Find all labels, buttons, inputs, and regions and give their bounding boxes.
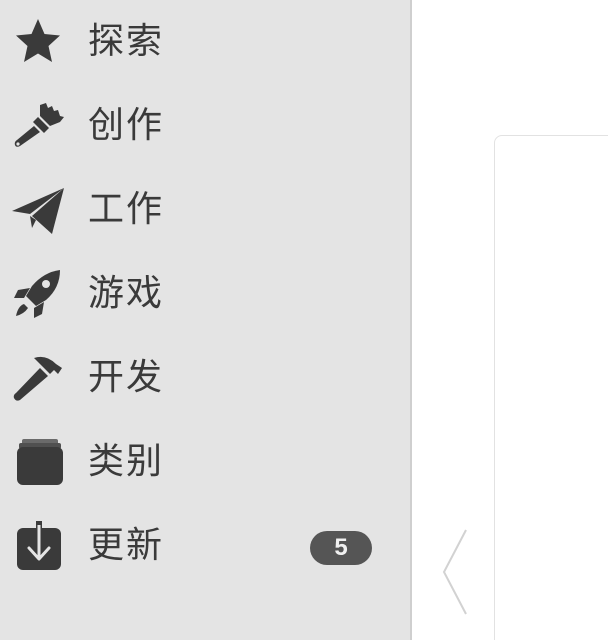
star-icon — [10, 16, 66, 68]
sidebar-item-games[interactable]: 游戏 — [0, 252, 410, 336]
sidebar-item-label: 游戏 — [88, 273, 165, 314]
sidebar-item-label: 探索 — [88, 21, 165, 62]
sidebar-item-label: 开发 — [88, 357, 165, 398]
sidebar: 探索 创作 工作 游戏 开发 类别 更新 5 — [0, 0, 412, 640]
content-card[interactable] — [494, 135, 608, 640]
sidebar-item-label: 更新 — [88, 525, 165, 566]
download-icon — [10, 520, 66, 572]
sidebar-item-categories[interactable]: 类别 — [0, 420, 410, 504]
sidebar-item-label: 类别 — [88, 441, 165, 482]
sidebar-item-label: 工作 — [88, 189, 165, 230]
stack-icon — [10, 436, 66, 488]
paintbrush-icon — [10, 100, 66, 152]
updates-count-badge: 5 — [310, 531, 372, 565]
sidebar-item-develop[interactable]: 开发 — [0, 336, 410, 420]
sidebar-item-discover[interactable]: 探索 — [0, 0, 410, 84]
sidebar-item-work[interactable]: 工作 — [0, 168, 410, 252]
sidebar-item-label: 创作 — [88, 105, 165, 146]
main-content — [412, 0, 608, 640]
chevron-left-icon[interactable] — [438, 524, 472, 620]
sidebar-item-create[interactable]: 创作 — [0, 84, 410, 168]
hammer-icon — [10, 352, 66, 404]
paper-plane-icon — [10, 184, 66, 236]
app-window: 探索 创作 工作 游戏 开发 类别 更新 5 — [0, 0, 608, 640]
rocket-icon — [10, 268, 66, 320]
sidebar-item-updates[interactable]: 更新 5 — [0, 504, 410, 588]
